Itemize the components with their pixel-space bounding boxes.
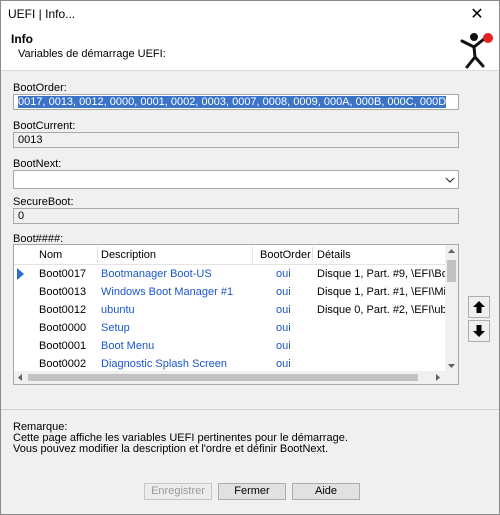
scroll-left-arrow-icon[interactable] (14, 371, 26, 384)
column-divider (252, 247, 253, 263)
cell-details: Disque 1, Part. #1, \EFI\Microsoft (317, 286, 446, 298)
table-row[interactable]: Boot0001 Boot Menu oui (14, 337, 446, 355)
secureboot-value: 0 (18, 210, 25, 222)
cell-nom: Boot0012 (39, 304, 87, 316)
secureboot-field: 0 (13, 208, 459, 224)
arrow-down-icon (473, 325, 485, 337)
scrollbar-corner (445, 371, 458, 384)
cell-description[interactable]: Diagnostic Splash Screen (101, 358, 227, 370)
page-title: Info (11, 32, 33, 46)
cell-details: Disque 0, Part. #2, \EFI\ubuntu\s (317, 304, 446, 316)
table-row[interactable]: Boot0000 Setup oui (14, 319, 446, 337)
close-button[interactable]: Fermer (218, 483, 286, 500)
scroll-right-arrow-icon[interactable] (432, 371, 444, 384)
boot-entries-table: Nom Description BootOrder Détails Boot00… (13, 244, 459, 385)
move-up-button[interactable] (468, 296, 490, 318)
remark-line: Vous pouvez modifier la description et l… (13, 443, 329, 455)
cell-description[interactable]: Bootmanager Boot-US (101, 268, 212, 280)
cell-bootorder[interactable]: oui (276, 268, 291, 280)
bootcurrent-value: 0013 (18, 134, 43, 146)
window-title: UEFI | Info... (8, 7, 76, 21)
secureboot-label: SecureBoot: (13, 196, 74, 208)
bootcurrent-label: BootCurrent: (13, 120, 76, 132)
table-row[interactable]: Boot0017 Bootmanager Boot-US oui Disque … (14, 265, 446, 283)
column-divider (97, 247, 98, 263)
cell-description[interactable]: ubuntu (101, 304, 135, 316)
cell-bootorder[interactable]: oui (276, 322, 291, 334)
title-bar: UEFI | Info... ✕ (1, 1, 499, 27)
table-row[interactable]: Boot0013 Windows Boot Manager #1 oui Dis… (14, 283, 446, 301)
move-down-button[interactable] (468, 320, 490, 342)
vertical-scroll-thumb[interactable] (447, 260, 456, 282)
cell-nom: Boot0000 (39, 322, 87, 334)
help-button[interactable]: Aide (292, 483, 360, 500)
page-subtitle: Variables de démarrage UEFI: (18, 48, 166, 60)
column-header-bootorder[interactable]: BootOrder (260, 249, 311, 261)
cell-description[interactable]: Setup (101, 322, 130, 334)
help-button-label: Aide (314, 485, 338, 497)
cell-nom: Boot0017 (39, 268, 87, 280)
cell-details: Disque 1, Part. #9, \EFI\Boot-US\ (317, 268, 446, 280)
save-button[interactable]: Enregistrer (144, 483, 212, 500)
app-logo-icon (460, 33, 493, 69)
horizontal-scroll-thumb[interactable] (28, 374, 418, 381)
horizontal-scrollbar[interactable] (14, 371, 458, 384)
cell-nom: Boot0002 (39, 358, 87, 370)
bootnext-label: BootNext: (13, 158, 62, 170)
close-button-label: Fermer (234, 485, 270, 497)
info-dialog: UEFI | Info... ✕ Info Variables de démar… (0, 0, 500, 515)
close-window-button[interactable]: ✕ (455, 1, 499, 27)
remark-box: Remarque: Cette page affiche les variabl… (13, 422, 489, 462)
cell-bootorder[interactable]: oui (276, 340, 291, 352)
cell-bootorder[interactable]: oui (276, 286, 291, 298)
cell-bootorder[interactable]: oui (276, 358, 291, 370)
cell-nom: Boot0013 (39, 286, 87, 298)
cell-bootorder[interactable]: oui (276, 304, 291, 316)
bootnext-select[interactable] (13, 170, 459, 189)
cell-nom: Boot0001 (39, 340, 87, 352)
bootorder-label: BootOrder: (13, 82, 67, 94)
dialog-header: Info Variables de démarrage UEFI: (1, 27, 499, 71)
column-header-description[interactable]: Description (101, 249, 156, 261)
separator (1, 409, 499, 410)
close-icon: ✕ (470, 6, 484, 23)
arrow-up-icon (473, 301, 485, 313)
table-header: Nom Description BootOrder Détails (14, 245, 446, 265)
cell-description[interactable]: Boot Menu (101, 340, 154, 352)
column-divider (312, 247, 313, 263)
bootcurrent-field: 0013 (13, 132, 459, 148)
column-header-details[interactable]: Détails (317, 249, 351, 261)
vertical-scrollbar[interactable] (445, 245, 458, 372)
table-row[interactable]: Boot0012 ubuntu oui Disque 0, Part. #2, … (14, 301, 446, 319)
bootorder-field[interactable]: 0017, 0013, 0012, 0000, 0001, 0002, 0003… (13, 94, 459, 110)
current-row-indicator-icon (17, 268, 24, 280)
bootorder-value: 0017, 0013, 0012, 0000, 0001, 0002, 0003… (18, 96, 447, 108)
scroll-up-arrow-icon[interactable] (445, 245, 458, 257)
cell-description[interactable]: Windows Boot Manager #1 (101, 286, 233, 298)
chevron-down-icon (445, 177, 455, 183)
column-header-nom[interactable]: Nom (39, 249, 62, 261)
save-button-label: Enregistrer (151, 485, 205, 497)
